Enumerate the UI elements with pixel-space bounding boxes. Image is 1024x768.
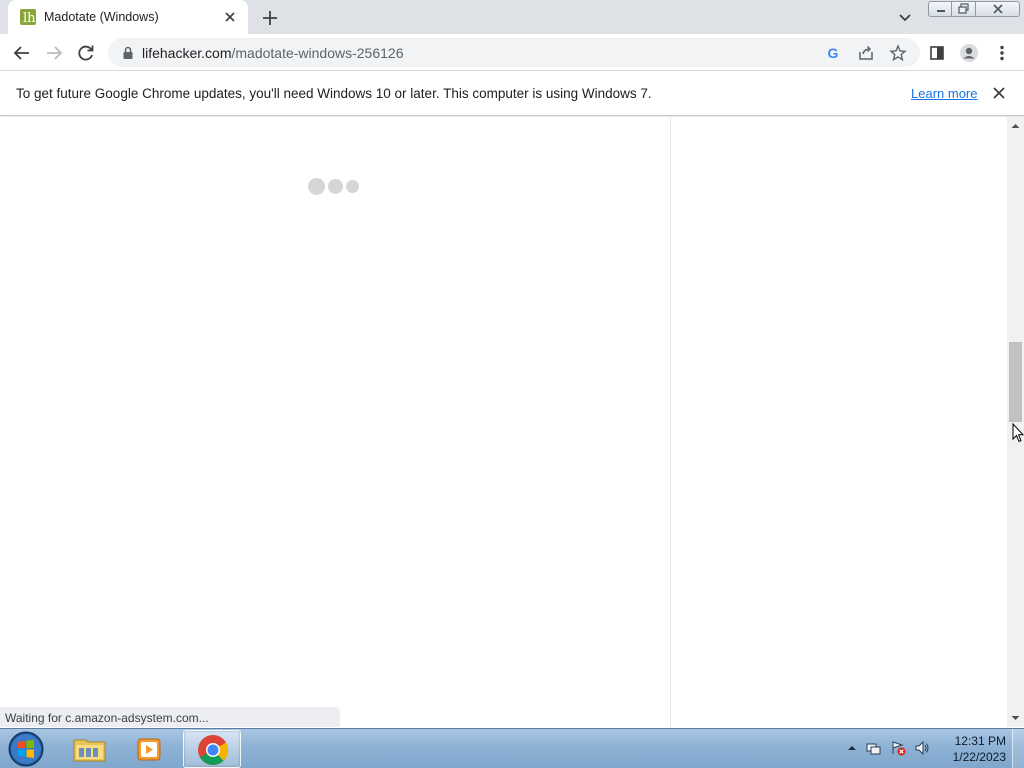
- action-center-flag-icon[interactable]: [866, 740, 882, 756]
- reload-button[interactable]: [72, 39, 100, 67]
- side-panel-icon[interactable]: [923, 39, 951, 67]
- show-desktop-button[interactable]: [1012, 729, 1024, 768]
- profile-avatar[interactable]: [955, 39, 983, 67]
- scroll-down-arrow-icon[interactable]: [1007, 711, 1024, 725]
- address-bar[interactable]: lifehacker.com/madotate-windows-256126 G: [108, 38, 920, 67]
- mouse-cursor-icon: [1012, 422, 1024, 443]
- show-hidden-icons-icon[interactable]: [844, 740, 860, 756]
- share-icon[interactable]: [856, 43, 876, 63]
- page-content: [0, 117, 1007, 727]
- tab-madotate[interactable]: lh Madotate (Windows): [8, 0, 248, 34]
- scroll-up-arrow-icon[interactable]: [1007, 119, 1024, 133]
- status-text: Waiting for c.amazon-adsystem.com...: [5, 711, 209, 725]
- loading-dots-icon: [308, 177, 368, 195]
- start-button[interactable]: [6, 730, 46, 768]
- system-tray: 12:31 PM 1/22/2023: [840, 729, 1024, 768]
- chrome-taskbar-button[interactable]: [183, 730, 241, 768]
- minimize-button[interactable]: [928, 1, 952, 17]
- menu-kebab-icon[interactable]: [988, 39, 1016, 67]
- lock-icon[interactable]: [120, 45, 136, 61]
- scroll-thumb[interactable]: [1009, 342, 1022, 422]
- windows-explorer-taskbar-button[interactable]: [61, 730, 119, 768]
- windows-taskbar: 12:31 PM 1/22/2023: [0, 728, 1024, 768]
- forward-button[interactable]: [40, 39, 68, 67]
- status-bubble: Waiting for c.amazon-adsystem.com...: [0, 707, 340, 727]
- clock-date: 1/22/2023: [952, 750, 1006, 764]
- media-player-taskbar-button[interactable]: [121, 730, 179, 768]
- lifehacker-icon: lh: [20, 9, 36, 25]
- tab-strip: lh Madotate (Windows): [0, 0, 1024, 34]
- browser-toolbar: lifehacker.com/madotate-windows-256126 G: [0, 34, 1024, 71]
- system-clock[interactable]: 12:31 PM 1/22/2023: [940, 733, 1006, 765]
- learn-more-link[interactable]: Learn more: [911, 86, 977, 101]
- volume-icon[interactable]: [914, 740, 930, 756]
- content-sidebar-divider: [670, 117, 671, 727]
- window-controls: [926, 0, 1024, 19]
- tab-title: Madotate (Windows): [44, 10, 159, 24]
- svg-text:G: G: [828, 45, 839, 61]
- url-host: lifehacker.com: [142, 45, 232, 61]
- back-button[interactable]: [8, 39, 36, 67]
- bookmark-star-icon[interactable]: [888, 43, 908, 63]
- network-error-icon[interactable]: [890, 740, 906, 756]
- page-scrollbar[interactable]: [1007, 117, 1024, 727]
- update-infobar: To get future Google Chrome updates, you…: [0, 71, 1024, 116]
- tab-search-chevron-icon[interactable]: [893, 6, 917, 28]
- google-translate-icon[interactable]: G: [824, 43, 844, 63]
- url-path: /madotate-windows-256126: [231, 45, 404, 61]
- tab-close-icon[interactable]: [220, 7, 240, 27]
- close-window-button[interactable]: [976, 1, 1020, 17]
- new-tab-button[interactable]: [258, 6, 282, 30]
- clock-time: 12:31 PM: [954, 734, 1006, 748]
- restore-button[interactable]: [952, 1, 976, 17]
- svg-text:lh: lh: [23, 11, 36, 25]
- infobar-close-icon[interactable]: [990, 84, 1008, 102]
- url-text[interactable]: lifehacker.com/madotate-windows-256126: [142, 45, 403, 61]
- infobar-message: To get future Google Chrome updates, you…: [16, 86, 652, 101]
